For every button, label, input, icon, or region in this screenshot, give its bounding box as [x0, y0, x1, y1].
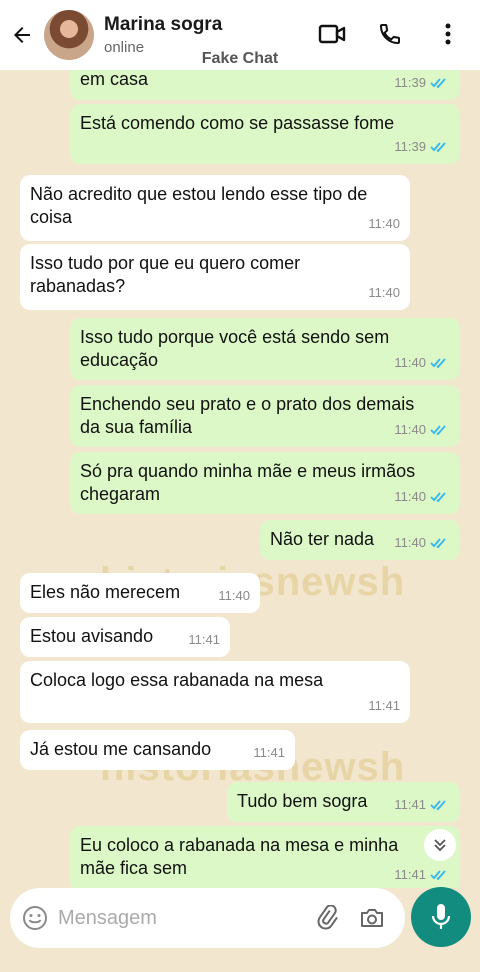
paperclip-icon: [317, 905, 338, 930]
message-outgoing[interactable]: em casa 11:39: [70, 70, 460, 100]
message-text: Coloca logo essa rabanada na mesa: [30, 670, 324, 690]
scroll-to-bottom-button[interactable]: [424, 829, 456, 861]
message-time: 11:40: [394, 535, 426, 550]
message-outgoing[interactable]: Está comendo como se passasse fome 11:39: [70, 104, 460, 164]
message-incoming[interactable]: Coloca logo essa rabanada na mesa 11:41: [20, 661, 410, 723]
message-time: 11:39: [394, 75, 426, 90]
phone-icon: [379, 24, 400, 45]
message-time: 11:41: [253, 745, 285, 760]
message-input-bar: Mensagem: [10, 888, 405, 948]
read-ticks-icon: [430, 537, 446, 548]
voice-record-button[interactable]: [411, 887, 471, 947]
message-incoming[interactable]: Estou avisando 11:41: [20, 617, 230, 657]
read-ticks-icon: [430, 141, 446, 152]
read-ticks-icon: [430, 424, 446, 435]
voice-call-button[interactable]: [372, 16, 408, 52]
message-time: 11:41: [394, 867, 426, 882]
message-incoming[interactable]: Eles não merecem 11:40: [20, 573, 260, 613]
fake-chat-label: Fake Chat: [201, 50, 279, 67]
message-input[interactable]: Mensagem: [58, 907, 313, 930]
message-text: Está comendo como se passasse fome: [80, 113, 395, 133]
read-ticks-icon: [430, 799, 446, 810]
back-arrow-icon: [14, 27, 30, 43]
microphone-icon: [431, 904, 451, 929]
message-text: Já estou me cansando: [30, 739, 212, 759]
message-incoming[interactable]: Não acredito que estou lendo esse tipo d…: [20, 175, 410, 241]
message-text: Eu coloco a rabanada na mesa e minha mãe…: [80, 835, 399, 878]
message-incoming[interactable]: Isso tudo por que eu quero comer rabanad…: [20, 244, 410, 310]
message-text: Não acredito que estou lendo esse tipo d…: [30, 184, 368, 227]
contact-name: Marina sogra: [104, 14, 223, 35]
more-vertical-icon: [445, 23, 451, 45]
camera-button[interactable]: [357, 903, 387, 933]
message-outgoing[interactable]: Eu coloco a rabanada na mesa e minha mãe…: [70, 826, 460, 888]
chat-area[interactable]: historiasnewsh historiasnewsh em casa 11…: [0, 70, 480, 888]
message-outgoing[interactable]: Só pra quando minha mãe e meus irmãos ch…: [70, 452, 460, 514]
more-options-button[interactable]: [430, 16, 466, 52]
video-call-icon: [318, 24, 346, 44]
read-ticks-icon: [430, 77, 446, 88]
message-time: 11:40: [368, 285, 400, 300]
message-time: 11:40: [368, 216, 400, 231]
message-time: 11:41: [368, 698, 400, 713]
message-incoming[interactable]: Já estou me cansando 11:41: [20, 730, 295, 770]
message-outgoing[interactable]: Enchendo seu prato e o prato dos demais …: [70, 385, 460, 447]
emoji-icon[interactable]: [22, 905, 48, 931]
message-time: 11:40: [218, 588, 250, 603]
message-outgoing[interactable]: Não ter nada 11:40: [260, 520, 460, 560]
attach-button[interactable]: [313, 903, 343, 933]
video-call-button[interactable]: [314, 16, 350, 52]
read-ticks-icon: [430, 869, 446, 880]
read-ticks-icon: [430, 357, 446, 368]
double-chevron-down-icon: [434, 839, 446, 852]
message-text: Isso tudo porque você está sendo sem edu…: [80, 327, 390, 370]
message-time: 11:41: [394, 797, 426, 812]
message-outgoing[interactable]: Tudo bem sogra 11:41: [227, 782, 460, 822]
message-text: Enchendo seu prato e o prato dos demais …: [80, 394, 415, 437]
message-time: 11:40: [394, 489, 426, 504]
message-outgoing[interactable]: Isso tudo porque você está sendo sem edu…: [70, 318, 460, 380]
message-time: 11:40: [394, 422, 426, 437]
message-time: 11:41: [188, 632, 220, 647]
message-time: 11:40: [394, 355, 426, 370]
message-text: Eles não merecem: [30, 582, 181, 602]
message-text: Isso tudo por que eu quero comer rabanad…: [30, 253, 301, 296]
message-time: 11:39: [394, 139, 426, 154]
camera-icon: [361, 909, 383, 927]
read-ticks-icon: [430, 491, 446, 502]
